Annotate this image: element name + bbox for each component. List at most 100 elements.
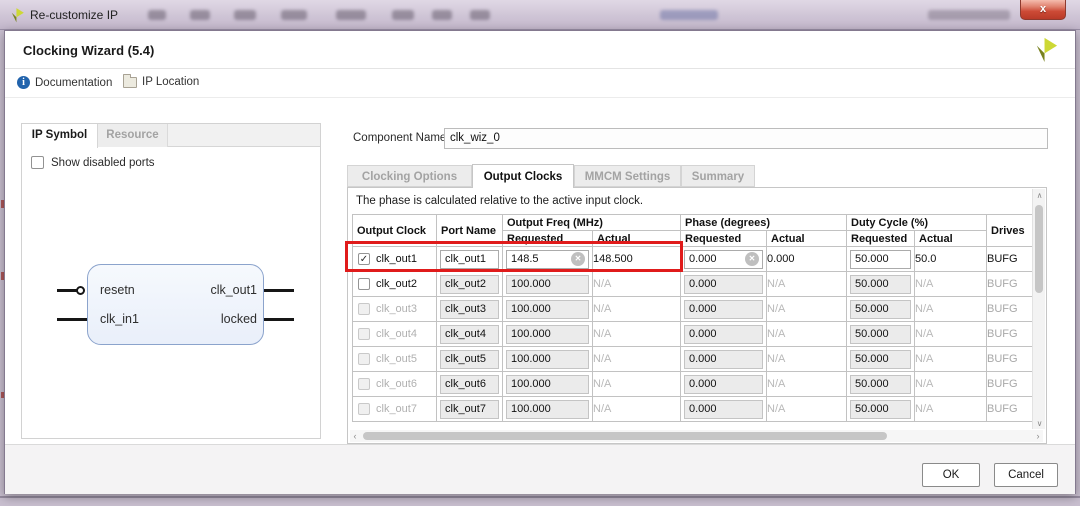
phase-requested-input-value: 0.000 [689,328,717,340]
close-button[interactable]: x [1020,0,1066,20]
screen: Re-customize IP x Clocking Wizard (5.4) … [0,0,1080,506]
info-icon: i [17,76,30,89]
duty-requested-input-value: 50.000 [855,253,889,265]
phase-requested-input: 0.000 [684,400,763,419]
cell-phase-requested: 0.000 ✕ [681,247,767,272]
cell-output-clock: clk_out2 [353,272,437,297]
port-name-input-value: clk_out2 [445,278,486,290]
background-menu-smudge [660,10,718,20]
scroll-right-icon[interactable]: › [1033,430,1043,442]
show-disabled-ports-checkbox[interactable] [31,156,44,169]
cell-duty-requested: 50.000 [847,297,915,322]
recustomize-ip-dialog: Clocking Wizard (5.4) i Documentation IP… [4,30,1076,494]
tab-mmcm-settings[interactable]: MMCM Settings [574,165,681,187]
phase-requested-input-value: 0.000 [689,303,717,315]
cell-duty-requested: 50.000 [847,347,915,372]
documentation-button[interactable]: i Documentation [17,76,112,89]
port-stub-locked [264,318,294,321]
background-menu-smudge [392,10,414,20]
cell-freq-actual: N/A [593,297,681,322]
port-name-input-value: clk_out4 [445,328,486,340]
cell-phase-requested: 0.000 [681,322,767,347]
horizontal-scrollbar[interactable]: ‹ › [350,430,1043,442]
horizontal-scrollbar-thumb[interactable] [363,432,887,440]
duty-requested-input: 50.000 [850,325,911,344]
documentation-label: Documentation [35,77,112,89]
row-checkbox[interactable]: ✓ [358,253,370,265]
output-clock-cell: clk_out4 [353,328,436,340]
tab-resource[interactable]: Resource [98,124,168,147]
cell-phase-requested: 0.000 [681,347,767,372]
phase-requested-input-value: 0.000 [689,403,717,415]
tab-ip-symbol[interactable]: IP Symbol [22,124,98,148]
row-checkbox [358,378,370,390]
table-row: clk_out5clk_out5100.000N/A0.000N/A50.000… [353,347,1041,372]
col-output-clock: Output Clock [353,215,437,247]
ok-button[interactable]: OK [922,463,980,487]
cell-output-clock: clk_out6 [353,372,437,397]
cell-phase-actual: 0.000 [767,247,847,272]
duty-requested-input: 50.000 [850,300,911,319]
clear-icon[interactable]: ✕ [571,252,585,266]
output-clock-label: clk_out4 [376,328,417,340]
tab-output-clocks[interactable]: Output Clocks [472,164,574,188]
row-checkbox[interactable] [358,278,370,290]
output-clock-cell: clk_out7 [353,403,436,415]
row-checkbox [358,353,370,365]
port-name-input: clk_out4 [440,325,499,344]
cell-freq-actual: N/A [593,272,681,297]
cell-output-clock: ✓clk_out1 [353,247,437,272]
port-name-input: clk_out2 [440,275,499,294]
background-menu-smudge [234,10,256,20]
port-label-clk-out1: clk_out1 [205,283,257,297]
cancel-button[interactable]: Cancel [994,463,1058,487]
phase-requested-input[interactable]: 0.000 ✕ [684,250,763,269]
ip-symbol-panel: IP Symbol Resource Show disabled ports r… [21,123,321,439]
port-name-input[interactable]: clk_out1 [440,250,499,269]
cell-output-clock: clk_out7 [353,397,437,422]
scroll-up-icon[interactable]: ∧ [1033,191,1046,200]
cell-freq-requested: 100.000 [503,347,593,372]
vertical-scrollbar[interactable]: ∧ ∨ [1032,189,1045,429]
cell-port-name: clk_out4 [437,322,503,347]
phase-requested-input: 0.000 [684,275,763,294]
tab-clocking-options[interactable]: Clocking Options [347,165,472,187]
duty-requested-input: 50.000 [850,400,911,419]
cell-phase-actual: N/A [767,272,847,297]
dialog-toolbar: i Documentation IP Location [5,69,1075,98]
scroll-left-icon[interactable]: ‹ [350,430,360,442]
phase-requested-input-value: 0.000 [689,253,717,265]
background-menu-smudge [148,10,166,20]
cell-phase-requested: 0.000 [681,372,767,397]
freq-requested-input: 100.000 [506,275,589,294]
scroll-down-icon[interactable]: ∨ [1033,419,1046,428]
cell-port-name: clk_out1 [437,247,503,272]
phase-requested-input-value: 0.000 [689,378,717,390]
vertical-scrollbar-thumb[interactable] [1035,205,1043,293]
duty-requested-input[interactable]: 50.000 [850,250,911,269]
cell-port-name: clk_out3 [437,297,503,322]
port-name-input: clk_out6 [440,375,499,394]
component-name-label: Component Name [353,132,446,144]
clear-icon[interactable]: ✕ [745,252,759,266]
duty-requested-input: 50.000 [850,375,911,394]
output-clock-label: clk_out2 [376,278,417,290]
component-name-input[interactable]: clk_wiz_0 [444,128,1048,149]
output-clock-label: clk_out5 [376,353,417,365]
freq-requested-input[interactable]: 148.5✕ [506,250,589,269]
ip-location-button[interactable]: IP Location [123,76,199,88]
show-disabled-ports-label: Show disabled ports [51,157,155,169]
duty-requested-input: 50.000 [850,350,911,369]
row-checkbox [358,303,370,315]
row-checkbox [358,328,370,340]
port-stub-clk-out1 [264,289,294,292]
col-duty-cycle: Duty Cycle (%) [847,215,987,231]
active-low-bubble-icon [76,286,85,295]
output-clock-label: clk_out6 [376,378,417,390]
cell-phase-actual: N/A [767,372,847,397]
duty-requested-input-value: 50.000 [855,353,889,365]
cell-phase-actual: N/A [767,297,847,322]
xilinx-logo-icon [1032,36,1059,63]
cell-freq-requested: 100.000 [503,272,593,297]
tab-summary[interactable]: Summary [681,165,755,187]
